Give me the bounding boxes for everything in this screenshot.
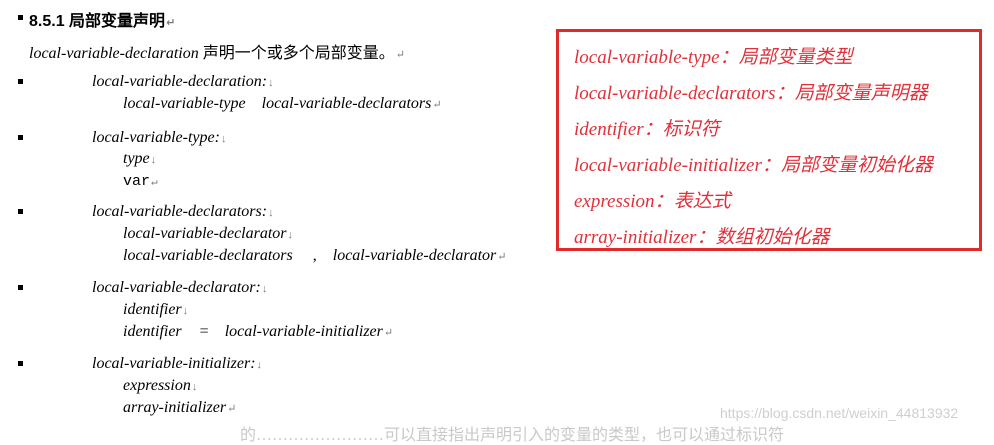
grammar-symbol: local-variable-declarators: [123, 247, 293, 264]
rule-bullet: [18, 285, 23, 290]
section-title: 局部变量声明: [69, 13, 166, 30]
rule-alternative: local-variable-declarator↓: [123, 225, 294, 242]
rule-bullet: [18, 209, 23, 214]
grammar-symbol: local-variable-type: [123, 95, 246, 112]
paragraph-mark-icon: ↵: [166, 17, 176, 29]
rule-alternative: expression↓: [123, 377, 198, 394]
glossary-item: local-variable-initializer：局部变量初始化器: [574, 155, 933, 176]
paragraph-mark-icon: ↵: [395, 49, 405, 61]
rule-alternative: type↓: [123, 150, 157, 167]
rule-alternative: local-variable-type local-variable-decla…: [123, 95, 442, 112]
glossary-item: array-initializer：数组初始化器: [574, 227, 830, 248]
glossary-item: identifier：标识符: [574, 119, 720, 140]
intro-text: 声明一个或多个局部变量。: [202, 45, 395, 62]
section-number: 8.5.1: [29, 13, 65, 30]
grammar-symbol: local-variable-declarator: [123, 225, 287, 242]
grammar-symbol: local-variable-declarators: [261, 95, 432, 112]
rule-bullet: [18, 79, 23, 84]
rule-alternative: identifier = local-variable-initializer↵: [123, 323, 394, 340]
rule-alternative: array-initializer↵: [123, 399, 237, 416]
grammar-symbol: local-variable-declarator: [332, 247, 497, 264]
grammar-symbol: =: [199, 323, 209, 340]
glossary-item: local-variable-declarators：局部变量声明器: [574, 83, 928, 104]
grammar-symbol: var: [123, 173, 151, 190]
glossary-item: local-variable-type：局部变量类型: [574, 47, 853, 68]
rule-alternative: var↵: [123, 173, 158, 190]
rule-alternative: identifier↓: [123, 301, 189, 318]
rule-name: local-variable-declarators:↓: [92, 203, 274, 220]
section-heading: 8.5.1 局部变量声明↵: [29, 7, 175, 31]
rule-alternative: local-variable-declarators , local-varia…: [123, 247, 507, 264]
grammar-symbol: type: [123, 150, 150, 167]
grammar-symbol: local-variable-initializer: [224, 323, 383, 340]
rule-name: local-variable-type:↓: [92, 129, 227, 146]
intro-term: local-variable-declaration: [29, 45, 199, 62]
rule-name: local-variable-declaration:↓: [92, 73, 274, 90]
grammar-symbol: expression: [123, 377, 191, 394]
grammar-symbol: identifier: [123, 323, 182, 340]
rule-bullet: [18, 135, 23, 140]
intro-paragraph: local-variable-declaration 声明一个或多个局部变量。↵: [29, 39, 405, 63]
rule-bullet: [18, 361, 23, 366]
watermark: https://blog.csdn.net/weixin_44813932: [720, 405, 959, 421]
grammar-symbol: array-initializer: [123, 399, 227, 416]
grammar-symbol: identifier: [123, 301, 182, 318]
glossary-item: expression：表达式: [574, 191, 731, 212]
grammar-symbol: ,: [312, 247, 317, 264]
truncated-line: 的……………………可以直接指出声明引入的变量的类型，也可以通过标识符: [240, 427, 785, 444]
rule-name: local-variable-declarator:↓: [92, 279, 268, 296]
rule-name: local-variable-initializer:↓: [92, 355, 263, 372]
heading-bullet: [18, 15, 23, 20]
